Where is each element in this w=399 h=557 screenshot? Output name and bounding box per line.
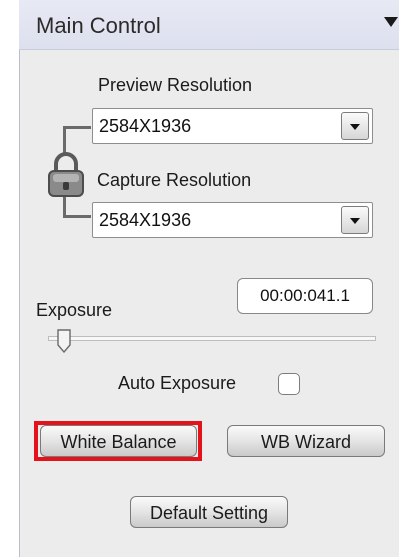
default-setting-button[interactable]: Default Setting [130,496,288,528]
auto-exposure-checkbox[interactable] [278,373,300,395]
preview-resolution-label: Preview Resolution [98,75,253,95]
preview-resolution-value: 2584X1936 [99,116,192,136]
panel-header[interactable]: Main Control [19,0,399,50]
preview-resolution-select[interactable]: 2584X1936 [92,108,373,144]
collapse-icon[interactable] [384,17,398,27]
auto-exposure-label: Auto Exposure [118,373,237,393]
capture-resolution-value: 2584X1936 [99,210,192,230]
exposure-slider-thumb[interactable] [57,329,71,353]
exposure-label: Exposure [36,300,113,320]
wb-wizard-button[interactable]: WB Wizard [227,425,385,457]
panel-title: Main Control [36,13,161,38]
capture-resolution-select[interactable]: 2584X1936 [92,202,373,238]
exposure-slider[interactable] [48,336,376,341]
dropdown-arrow-icon[interactable] [341,112,369,140]
exposure-time-input[interactable]: 00:00:041.1 [237,278,373,314]
padlock-icon[interactable] [46,150,86,198]
lock-bracket-bottom [63,196,91,218]
highlight-box [34,421,202,461]
dropdown-arrow-icon[interactable] [341,206,369,234]
exposure-time-value: 00:00:041.1 [260,286,350,305]
capture-resolution-label: Capture Resolution [97,170,252,190]
